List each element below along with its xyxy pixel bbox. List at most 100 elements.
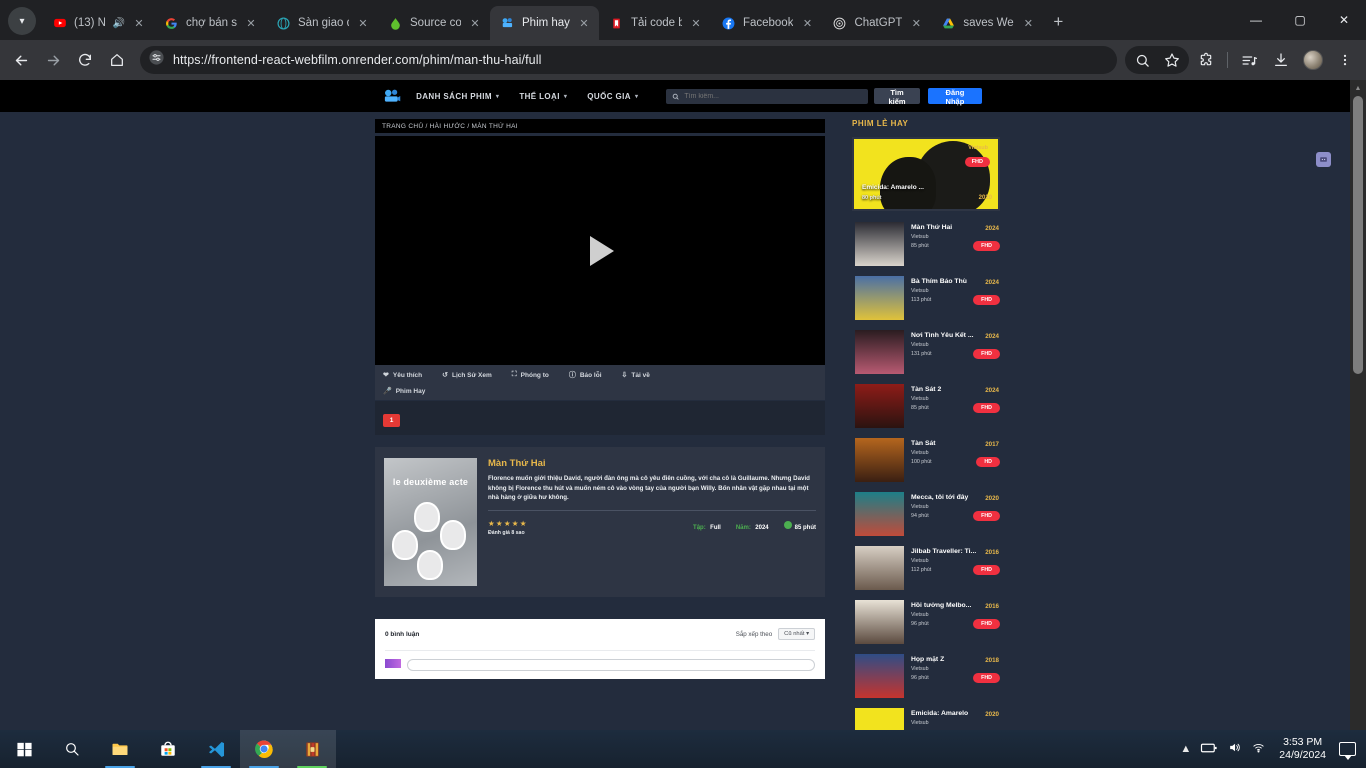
watch-history-button[interactable]: ↺ Lịch Sử Xem: [442, 371, 492, 380]
comment-input[interactable]: [407, 659, 815, 671]
comments-section: 0 bình luận Sắp xếp theo Cũ nhất ▾: [375, 619, 825, 679]
vscode-button[interactable]: [192, 730, 240, 768]
tab-source-code[interactable]: Source co ✕: [378, 6, 490, 40]
tab-facebook[interactable]: Facebook ✕: [711, 6, 823, 40]
volume-icon[interactable]: [1227, 741, 1242, 757]
tab-close-icon[interactable]: ✕: [244, 17, 258, 30]
download-icon[interactable]: [1266, 45, 1296, 75]
search-button[interactable]: [48, 730, 96, 768]
list-item[interactable]: Tàn Sát Vietsub 100 phút 2017 HD: [852, 433, 1000, 487]
quality-badge: HD: [976, 457, 1000, 467]
page-scrollbar[interactable]: ▲: [1350, 80, 1366, 730]
tab-close-icon[interactable]: ✕: [800, 17, 814, 30]
reload-icon[interactable]: [70, 45, 100, 75]
tab-youtube[interactable]: (13) N 🔊 ✕: [42, 6, 154, 40]
tab-close-icon[interactable]: ✕: [1021, 17, 1035, 30]
taskbar-clock[interactable]: 3:53 PM 24/9/2024: [1275, 736, 1330, 762]
list-item[interactable]: Bà Thím Báo Thù Vietsub 113 phút 2024 FH…: [852, 271, 1000, 325]
maximize-button[interactable]: ▢: [1278, 4, 1322, 36]
list-item[interactable]: Nơi Tình Yêu Kết ... Vietsub 131 phút 20…: [852, 325, 1000, 379]
wifi-icon[interactable]: [1251, 741, 1266, 757]
tab-san-giao-dich[interactable]: Sàn giao d ✕: [266, 6, 378, 40]
report-error-button[interactable]: ⓘ Báo lỗi: [569, 370, 602, 380]
browser-menu-icon[interactable]: [1330, 45, 1360, 75]
back-icon[interactable]: [6, 45, 36, 75]
tab-close-icon[interactable]: ✕: [132, 17, 146, 30]
list-item[interactable]: Hồi tưởng Melbo... Vietsub 96 phút 2016 …: [852, 595, 1000, 649]
tab-close-icon[interactable]: ✕: [909, 17, 923, 30]
tray-expand-icon[interactable]: ▲: [1180, 743, 1191, 755]
tab-strip: ▾ (13) N 🔊 ✕ chợ bán s ✕ Sàn giao d ✕ So…: [0, 0, 1366, 40]
nav-quoc-gia[interactable]: QUỐC GIA ▾: [587, 92, 638, 101]
battery-icon[interactable]: [1200, 742, 1218, 757]
minimize-button[interactable]: —: [1234, 4, 1278, 36]
nav-the-loai[interactable]: THỂ LOẠI ▾: [519, 92, 567, 101]
tab-close-icon[interactable]: ✕: [356, 17, 370, 30]
film-poster[interactable]: le deuxième acte: [384, 458, 477, 586]
tab-tai-code[interactable]: Tải code b ✕: [599, 6, 711, 40]
search-submit-button[interactable]: Tìm kiếm: [874, 88, 920, 106]
site-logo-icon[interactable]: [382, 86, 402, 106]
forward-icon[interactable]: [38, 45, 68, 75]
phim-hay-button[interactable]: 🎤 Phim Hay: [383, 387, 425, 396]
star-rating-icon[interactable]: ★★★★★: [488, 519, 528, 528]
chrome-button[interactable]: [240, 730, 288, 768]
quality-badge: FHD: [973, 511, 1000, 521]
tab-close-icon[interactable]: ✕: [577, 17, 591, 30]
breadcrumb[interactable]: TRANG CHỦ / HÀI HƯỚC / MÀN THỨ HAI: [375, 119, 825, 133]
control-label: Báo lỗi: [579, 371, 602, 379]
nav-danh-sach-phim[interactable]: DANH SÁCH PHIM ▾: [416, 92, 499, 101]
tab-close-icon[interactable]: ✕: [689, 17, 703, 30]
avatar[interactable]: [1298, 45, 1328, 75]
scroll-up-icon[interactable]: ▲: [1350, 80, 1366, 96]
tab-phim-hay[interactable]: Phim hay ✕: [490, 6, 599, 40]
winrar-button[interactable]: [288, 730, 336, 768]
search-input[interactable]: [684, 92, 863, 100]
tab-saves-web[interactable]: saves Wel ✕: [931, 6, 1043, 40]
list-item[interactable]: Tàn Sát 2 Vietsub 85 phút 2024 FHD: [852, 379, 1000, 433]
meta-key-tap: Tập:: [693, 524, 706, 531]
new-tab-button[interactable]: +: [1043, 12, 1073, 40]
login-button[interactable]: Đăng Nhập: [927, 88, 982, 106]
tab-label: ChatGPT: [854, 17, 903, 29]
file-explorer-button[interactable]: [96, 730, 144, 768]
download-button[interactable]: ⇩ Tải về: [622, 371, 650, 380]
floating-widget-icon[interactable]: [1316, 152, 1331, 167]
list-item[interactable]: Emicida: Amarelo Vietsub 2020: [852, 703, 1000, 730]
close-window-button[interactable]: ✕: [1322, 4, 1366, 36]
tab-close-icon[interactable]: ✕: [468, 17, 482, 30]
tab-chatgpt[interactable]: ChatGPT ✕: [822, 6, 931, 40]
media-controls-icon[interactable]: [1234, 45, 1264, 75]
start-button[interactable]: [0, 730, 48, 768]
sort-dropdown[interactable]: Cũ nhất ▾: [778, 628, 815, 640]
sidebar-title: PHIM LẺ HAY: [852, 119, 909, 128]
search-icon[interactable]: [1127, 45, 1157, 75]
list-item[interactable]: Màn Thứ Hai Vietsub 85 phút 2024 FHD: [852, 217, 1000, 271]
home-icon[interactable]: [102, 45, 132, 75]
episode-1-button[interactable]: 1: [383, 414, 400, 427]
clock-icon: [783, 520, 792, 529]
scrollbar-thumb[interactable]: [1353, 96, 1363, 374]
site-search-wrapper[interactable]: [666, 87, 869, 105]
list-item[interactable]: Họp mặt Z Vietsub 96 phút 2018 FHD: [852, 649, 1000, 703]
microsoft-store-button[interactable]: [144, 730, 192, 768]
list-item[interactable]: Mecca, tôi tới đây Vietsub 94 phút 2020 …: [852, 487, 1000, 541]
favorite-button[interactable]: ❤ Yêu thích: [383, 371, 422, 380]
list-item[interactable]: Jilbab Traveller: Ti... Vietsub 112 phút…: [852, 541, 1000, 595]
address-bar[interactable]: https://frontend-react-webfilm.onrender.…: [140, 46, 1117, 74]
site-settings-icon[interactable]: [148, 49, 165, 71]
notification-center-icon[interactable]: [1339, 742, 1356, 760]
tab-cho-ban[interactable]: chợ bán s ✕: [154, 6, 266, 40]
page-columns: TRANG CHỦ / HÀI HƯỚC / MÀN THỨ HAI ❤ Yêu…: [0, 112, 1350, 730]
video-player[interactable]: [375, 136, 825, 365]
featured-film-card[interactable]: Vietsub FHD Emicida: Amarelo ... 80 phút…: [852, 137, 1000, 211]
poster-face-icon: [392, 530, 418, 560]
tab-audio-icon[interactable]: 🔊: [113, 18, 125, 29]
tab-search-chevron-icon[interactable]: ▾: [8, 7, 36, 35]
bookmark-star-icon[interactable]: [1157, 45, 1187, 75]
extensions-icon[interactable]: [1191, 45, 1221, 75]
fullscreen-button[interactable]: ⛶ Phóng to: [512, 371, 549, 379]
expand-icon: ⛶: [511, 371, 517, 378]
play-icon[interactable]: [590, 235, 614, 266]
search-icon: [672, 87, 679, 105]
